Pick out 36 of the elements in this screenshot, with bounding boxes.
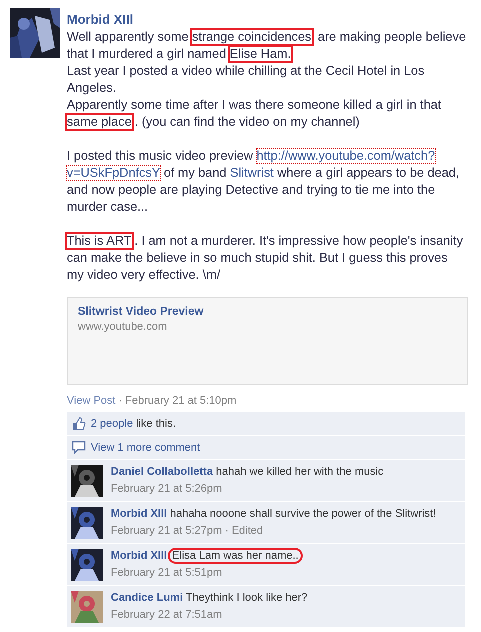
post-timestamp[interactable]: February 21 at 5:10pm bbox=[125, 395, 237, 407]
thumbs-up-icon bbox=[72, 416, 86, 430]
view-post-link[interactable]: View Post bbox=[67, 395, 116, 407]
link-preview-card[interactable]: Slitwrist Video Preview www.youtube.com bbox=[67, 297, 468, 385]
separator-dot: · bbox=[225, 525, 229, 537]
commenter-name[interactable]: Morbid XIIl bbox=[111, 508, 168, 520]
view-more-comments-link[interactable]: View 1 more comment bbox=[91, 442, 200, 454]
commenter-name[interactable]: Daniel Collabolletta bbox=[111, 466, 214, 478]
circled-text: Elisa Lam was her name.. bbox=[170, 550, 301, 562]
comment-text: Theythink I look like her? bbox=[186, 592, 308, 604]
comment-icon bbox=[72, 440, 86, 454]
preview-title[interactable]: Slitwrist Video Preview bbox=[78, 305, 457, 320]
edited-label[interactable]: Edited bbox=[232, 525, 264, 537]
circled-text: Elise Ham. bbox=[230, 47, 292, 61]
comment-text: hahaha nooone shall survive the power of the Slitwrist! bbox=[170, 508, 436, 520]
video-link[interactable]: v=USkFpDnfcsY bbox=[67, 166, 160, 180]
comment-timestamp[interactable]: February 21 at 5:51pm bbox=[111, 567, 222, 579]
circled-text: This is ART bbox=[67, 234, 132, 248]
post-paragraph: I posted this music video preview http://www.youtube.com/watch? v=USkFpDnfcsY of my band Slitwrist where a girl appears to be dead, and now people are playing Detective and trying to tie me into the murder case... bbox=[67, 148, 460, 216]
commenter-name[interactable]: Morbid XIIl bbox=[111, 550, 168, 562]
circled-text: same place bbox=[67, 115, 132, 129]
comment-timestamp[interactable]: February 22 at 7:51am bbox=[111, 609, 222, 621]
author-name[interactable]: Morbid XIIl bbox=[67, 8, 468, 28]
likes-text: 2 people like this. bbox=[91, 418, 176, 430]
separator-dot: · bbox=[118, 395, 122, 407]
band-link[interactable]: Slitwrist bbox=[230, 166, 274, 180]
comment-timestamp[interactable]: February 21 at 5:27pm bbox=[111, 525, 222, 537]
circled-text: strange coincidences bbox=[192, 30, 312, 44]
post-paragraph: This is ART . I am not a murderer. It's impressive how people's insanity can make the believe in so much stupid shit. But I guess this proves my video very effective. \m/ bbox=[67, 233, 464, 284]
comment-timestamp[interactable]: February 21 at 5:26pm bbox=[111, 483, 222, 495]
preview-domain: www.youtube.com bbox=[78, 320, 168, 334]
comment-text: hahah we killed her with the music bbox=[216, 466, 384, 478]
commenter-name[interactable]: Candice Lumi bbox=[111, 592, 184, 604]
post-paragraph: Well apparently some strange coincidences are making people believe that I murdered a girl named Elise Ham. Last year I posted a video while chilling at the Cecil Hotel in Los Angeles. Apparently some time after I was there someone killed a girl in that same place . (you can find the video on my channel) bbox=[67, 29, 468, 131]
video-link[interactable]: http://www.youtube.com/watch? bbox=[256, 149, 436, 163]
likers-link[interactable]: 2 people bbox=[91, 418, 134, 430]
